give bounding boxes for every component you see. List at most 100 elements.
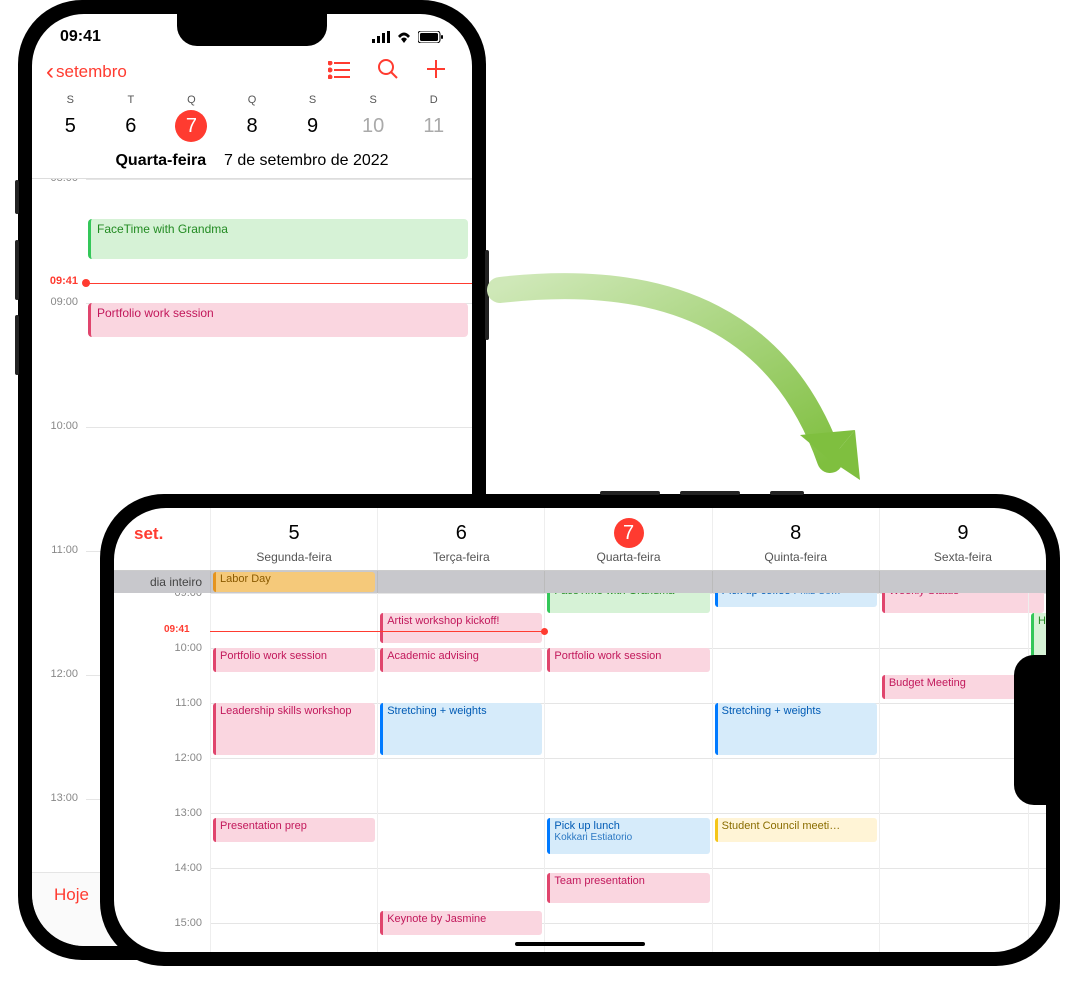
- now-label: 09:41: [38, 275, 78, 287]
- hour-label: 10:00: [114, 642, 210, 654]
- day-column[interactable]: D 11: [403, 94, 464, 142]
- calendar-event[interactable]: Artist workshop kickoff!: [380, 613, 542, 643]
- landscape-screen: set. 5Segunda-feira6Terça-feira7Quarta-f…: [114, 508, 1046, 952]
- day-number[interactable]: 7: [175, 110, 207, 142]
- day-number[interactable]: 5: [279, 518, 309, 548]
- day-column[interactable]: S5: [40, 94, 101, 142]
- day-number[interactable]: 10: [357, 110, 389, 142]
- calendar-event[interactable]: Weekly Status: [882, 593, 1044, 613]
- calendar-event[interactable]: Team presentation: [547, 873, 709, 903]
- calendar-event[interactable]: Portfolio work session: [547, 648, 709, 672]
- week-day-head[interactable]: 9 Sexta-feira: [879, 508, 1046, 570]
- allday-cell[interactable]: [879, 571, 1046, 593]
- hour-label: 14:00: [114, 862, 210, 874]
- month-label[interactable]: set.: [114, 508, 210, 552]
- notch: [177, 14, 327, 46]
- hour-label: 08:00: [38, 179, 78, 184]
- day-name: Segunda-feira: [211, 550, 377, 564]
- calendar-event[interactable]: FaceTime with Grandma: [547, 593, 709, 613]
- day-number[interactable]: 5: [54, 110, 86, 142]
- hour-label: 11:00: [114, 697, 210, 709]
- chevron-left-icon: ‹: [46, 58, 54, 86]
- back-button[interactable]: ‹ setembro: [46, 58, 328, 86]
- hour-label: 13:00: [38, 792, 78, 804]
- dow-label: S: [282, 94, 343, 106]
- day-column[interactable]: S 10: [343, 94, 404, 142]
- day-column[interactable]: Q8: [222, 94, 283, 142]
- allday-cell[interactable]: [544, 571, 711, 593]
- day-number[interactable]: 9: [297, 110, 329, 142]
- hour-label: 12:00: [38, 668, 78, 680]
- now-line: [210, 631, 544, 632]
- allday-cell[interactable]: [712, 571, 879, 593]
- hour-label: 09:00: [114, 593, 210, 599]
- dow-label: D: [403, 94, 464, 106]
- battery-icon: [418, 31, 444, 43]
- back-label: setembro: [56, 62, 127, 82]
- date-full: 7 de setembro de 2022: [224, 152, 389, 169]
- hour-label: 15:00: [114, 917, 210, 929]
- calendar-event[interactable]: Keynote by Jasmine: [380, 911, 542, 935]
- notch: [1014, 655, 1046, 805]
- calendar-event[interactable]: Pick up coffee Philz Co…: [715, 593, 877, 607]
- allday-label: dia inteiro: [114, 575, 210, 589]
- now-dot-icon: [541, 628, 548, 635]
- day-number[interactable]: 11: [418, 110, 450, 142]
- week-grid[interactable]: 09:0010:0011:0012:0013:0014:0015:0009:41…: [114, 593, 1046, 952]
- cellular-icon: [372, 31, 390, 43]
- calendar-event[interactable]: Student Council meeti…: [715, 818, 877, 842]
- now-line: [86, 283, 472, 284]
- week-column[interactable]: Pick up coffee Philz Co… Stretching + wei…: [712, 593, 879, 952]
- dow-label: S: [343, 94, 404, 106]
- hour-label: 11:00: [38, 544, 78, 556]
- dow-label: Q: [161, 94, 222, 106]
- date-dow: Quarta-feira: [115, 152, 206, 169]
- week-column[interactable]: Artist workshop kickoff! Academic advisin…: [377, 593, 544, 952]
- add-icon[interactable]: [426, 59, 446, 85]
- status-icons: [372, 31, 444, 43]
- toolbar: ‹ setembro: [32, 50, 472, 94]
- list-icon[interactable]: [328, 59, 350, 85]
- hour-label: 09:00: [38, 296, 78, 308]
- calendar-event[interactable]: Stretching + weights: [380, 703, 542, 755]
- day-name: Quinta-feira: [713, 550, 879, 564]
- calendar-event[interactable]: Leadership skills workshop: [213, 703, 375, 755]
- hour-label: 13:00: [114, 807, 210, 819]
- day-number[interactable]: 6: [115, 110, 147, 142]
- week-column[interactable]: FaceTime with Grandma Portfolio work sess…: [544, 593, 711, 952]
- date-heading: Quarta-feira 7 de setembro de 2022: [32, 142, 472, 179]
- calendar-event[interactable]: Stretching + weights: [715, 703, 877, 755]
- search-icon[interactable]: [378, 59, 398, 85]
- calendar-event[interactable]: Academic advising: [380, 648, 542, 672]
- rotate-arrow-icon: [460, 270, 880, 530]
- dow-label: Q: [222, 94, 283, 106]
- day-number[interactable]: 8: [236, 110, 268, 142]
- home-indicator[interactable]: [515, 942, 645, 946]
- day-column[interactable]: Q7: [161, 94, 222, 142]
- today-button[interactable]: Hoje: [54, 885, 89, 905]
- status-time: 09:41: [60, 28, 101, 46]
- phone-landscape-frame: set. 5Segunda-feira6Terça-feira7Quarta-f…: [100, 494, 1060, 966]
- day-name: Terça-feira: [378, 550, 544, 564]
- allday-row: dia inteiro Labor Day: [114, 571, 1046, 593]
- day-name: Quarta-feira: [545, 550, 711, 564]
- allday-cell[interactable]: [377, 571, 544, 593]
- hour-label: 10:00: [38, 420, 78, 432]
- calendar-event[interactable]: Portfolio work session: [88, 303, 468, 337]
- day-column[interactable]: T6: [101, 94, 162, 142]
- week-strip: S5T6Q7Q8S9S10D11: [32, 94, 472, 142]
- day-number[interactable]: 9: [948, 518, 978, 548]
- week-day-head[interactable]: 5 Segunda-feira: [210, 508, 377, 570]
- day-column[interactable]: S9: [282, 94, 343, 142]
- calendar-event[interactable]: Pick up lunchKokkari Estiatorio: [547, 818, 709, 854]
- allday-cell[interactable]: Labor Day: [210, 571, 377, 593]
- allday-event[interactable]: Labor Day: [213, 572, 375, 592]
- dow-label: T: [101, 94, 162, 106]
- calendar-event[interactable]: Presentation prep: [213, 818, 375, 842]
- week-column[interactable]: Portfolio work session Leadership skills …: [210, 593, 377, 952]
- calendar-event[interactable]: Portfolio work session: [213, 648, 375, 672]
- day-name: Sexta-feira: [880, 550, 1046, 564]
- now-label: 09:41: [164, 624, 190, 635]
- wifi-icon: [396, 31, 412, 43]
- calendar-event[interactable]: FaceTime with Grandma: [88, 219, 468, 259]
